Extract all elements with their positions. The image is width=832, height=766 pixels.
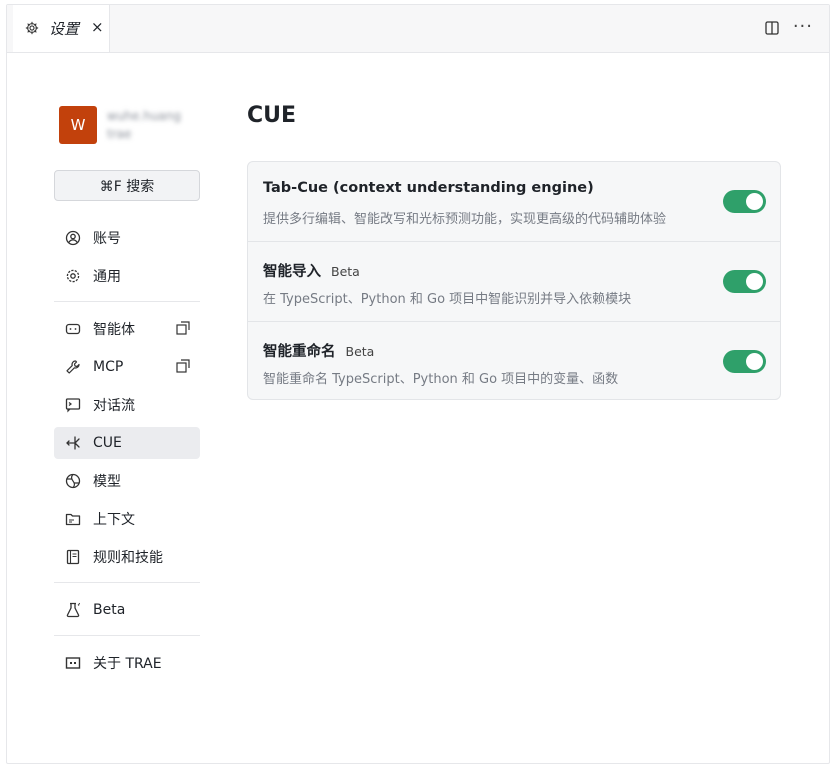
setting-title: Tab-Cue (context understanding engine)	[263, 180, 594, 196]
toggle-knob	[746, 273, 763, 290]
sidebar-item-about[interactable]: 关于 TRAE	[54, 647, 200, 679]
close-icon[interactable]: ×	[91, 18, 104, 36]
gear-icon	[25, 21, 39, 35]
sidebar-item-context[interactable]: 上下文	[54, 503, 200, 535]
sidebar-item-rules[interactable]: 规则和技能	[54, 541, 200, 573]
book-icon	[66, 549, 80, 565]
sidebar-item-label: CUE	[93, 435, 122, 451]
setting-description: 提供多行编辑、智能改写和光标预测功能，实现更高级的代码辅助体验	[263, 212, 667, 227]
setting-description: 在 TypeScript、Python 和 Go 项目中智能识别并导入依赖模块	[263, 292, 632, 307]
divider	[54, 301, 200, 302]
setting-row-smart-rename: 智能重命名 Beta 智能重命名 TypeScript、Python 和 Go 项…	[248, 321, 780, 400]
sidebar-item-beta[interactable]: Beta	[54, 594, 200, 626]
sidebar-item-general[interactable]: 通用	[54, 260, 200, 292]
user-name-line2: trae	[107, 127, 132, 141]
more-icon[interactable]: ···	[793, 16, 813, 37]
external-link-icon[interactable]	[176, 359, 190, 373]
external-link-icon[interactable]	[176, 321, 190, 335]
sidebar-item-label: 上下文	[93, 512, 135, 528]
sidebar-item-label: 关于 TRAE	[93, 656, 162, 672]
user-name-line1: wuhe.huang	[107, 109, 182, 123]
flask-icon	[66, 602, 80, 618]
sidebar-item-mcp[interactable]: MCP	[54, 351, 200, 383]
beta-badge: Beta	[345, 344, 375, 359]
cue-icon	[66, 436, 80, 450]
sidebar-item-label: Beta	[93, 602, 126, 618]
setting-title: 智能重命名 Beta	[263, 340, 374, 361]
toggle-knob	[746, 193, 763, 210]
setting-title: 智能导入 Beta	[263, 260, 360, 281]
sidebar-item-label: 智能体	[93, 322, 135, 338]
divider	[54, 582, 200, 583]
tab-title: 设置	[49, 20, 80, 38]
toggle-knob	[746, 353, 763, 370]
sidebar-item-cue[interactable]: CUE	[54, 427, 200, 459]
smart-rename-toggle[interactable]	[723, 350, 766, 373]
setting-title-text: 智能重命名	[263, 344, 336, 360]
search-button[interactable]: ⌘F 搜索	[54, 170, 200, 201]
sidebar-item-label: 通用	[93, 269, 121, 285]
setting-title-text: 智能导入	[263, 264, 321, 280]
setting-description: 智能重命名 TypeScript、Python 和 Go 项目中的变量、函数	[263, 372, 619, 387]
chat-flow-icon	[65, 398, 81, 413]
trae-logo-icon	[65, 657, 81, 669]
settings-window: 设置 × ··· W wuhe.huang trae ⌘F 搜索 账号 通用 智…	[6, 4, 830, 764]
setting-row-smart-import: 智能导入 Beta 在 TypeScript、Python 和 Go 项目中智能识…	[248, 241, 780, 320]
wrench-icon	[66, 360, 80, 374]
sidebar-item-label: 账号	[93, 231, 121, 247]
sidebar-item-account[interactable]: 账号	[54, 222, 200, 254]
user-name: wuhe.huang trae	[107, 109, 197, 145]
tab-settings[interactable]: 设置 ×	[13, 5, 110, 52]
setting-title-text: Tab-Cue (context understanding engine)	[263, 180, 594, 196]
tab-bar: 设置 × ···	[7, 5, 829, 53]
user-circle-icon	[65, 230, 81, 246]
avatar[interactable]: W	[59, 106, 97, 144]
page-title: CUE	[247, 103, 297, 128]
settings-card: Tab-Cue (context understanding engine) 提…	[247, 161, 781, 400]
smart-import-toggle[interactable]	[723, 270, 766, 293]
split-editor-icon[interactable]	[765, 21, 779, 35]
sidebar-item-flow[interactable]: 对话流	[54, 389, 200, 421]
sidebar-item-label: 模型	[93, 474, 121, 490]
divider	[54, 635, 200, 636]
sidebar-item-agents[interactable]: 智能体	[54, 313, 200, 345]
gear-icon	[66, 269, 80, 283]
setting-row-tab-cue: Tab-Cue (context understanding engine) 提…	[248, 162, 780, 241]
agent-icon	[65, 323, 81, 335]
folder-icon	[65, 513, 81, 526]
tab-cue-toggle[interactable]	[723, 190, 766, 213]
model-icon	[65, 473, 81, 489]
sidebar-item-label: 规则和技能	[93, 550, 163, 566]
sidebar-item-label: MCP	[93, 359, 124, 375]
sidebar-item-models[interactable]: 模型	[54, 465, 200, 497]
sidebar-item-label: 对话流	[93, 398, 135, 414]
beta-badge: Beta	[331, 264, 360, 279]
